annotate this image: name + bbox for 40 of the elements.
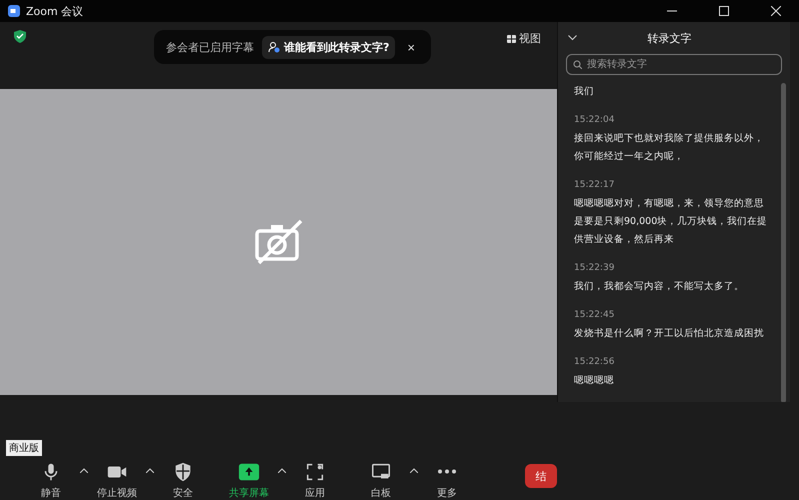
timestamp: 15:22:45 xyxy=(574,310,616,320)
toolbar-button[interactable]: 静音 xyxy=(26,461,76,500)
camera-off-icon xyxy=(254,218,302,265)
app-icon xyxy=(8,5,20,17)
panel-title: 转录文字 xyxy=(646,30,692,46)
search-field[interactable]: 搜索转录文字 xyxy=(566,54,782,75)
person-icon xyxy=(268,41,280,53)
grid-icon xyxy=(507,34,516,42)
toolbar-button[interactable]: 安全 xyxy=(158,461,208,500)
transcript-visibility-button[interactable]: 谁能看到此转录文字? xyxy=(262,36,396,58)
transcript-text: 嗯嗯嗯嗯 xyxy=(574,374,615,388)
close-icon xyxy=(771,6,781,16)
search-icon xyxy=(573,60,582,69)
view-button[interactable]: 视图 xyxy=(501,30,547,47)
end-button[interactable]: 结 xyxy=(525,464,557,488)
window-title: Zoom 会议 xyxy=(26,4,84,18)
toolbar-button[interactable]: 停止视频 xyxy=(92,461,142,500)
timestamp: 15:22:04 xyxy=(574,115,616,125)
banner-text: 参会者已启用字幕 xyxy=(166,40,254,54)
toolbar-button[interactable]: 应用 xyxy=(290,461,340,500)
maximize-icon xyxy=(719,6,729,16)
toolbar-button[interactable]: 更多 xyxy=(422,461,472,500)
timestamp: 15:22:56 xyxy=(574,357,616,367)
more-icon xyxy=(437,469,457,474)
toolbar-button[interactable]: 共享屏幕 xyxy=(224,461,274,500)
transcript-text: 我们，我都会写内容，不能写太多了。 xyxy=(574,280,745,294)
share-icon xyxy=(238,461,260,483)
timestamp: 15:22:17 xyxy=(574,180,616,190)
collapse-icon[interactable] xyxy=(568,35,577,41)
toolbar-button[interactable]: 白板 xyxy=(356,461,406,500)
transcript-text: 发烧书是什么啊？开工以后怕北京造成困扰 xyxy=(574,327,765,341)
transcript-text: 嗯嗯嗯嗯对对，有嗯嗯，来，领导您的意思是要是只剩90,000块，几万块钱，我们在提供营业设备，然后再来 xyxy=(574,197,768,247)
banner-close-button[interactable]: × xyxy=(403,40,419,54)
transcript-text: 接回来说吧下也就对我除了提供服务以外，你可能经过一年之内呢， xyxy=(574,132,765,164)
transcript-text: 我们 xyxy=(574,85,595,99)
timestamp: 15:22:39 xyxy=(574,263,616,273)
shield-icon xyxy=(14,30,26,43)
apps-icon xyxy=(304,461,326,483)
scrollbar[interactable] xyxy=(781,83,786,402)
tooltip: 商业版 xyxy=(6,440,42,456)
